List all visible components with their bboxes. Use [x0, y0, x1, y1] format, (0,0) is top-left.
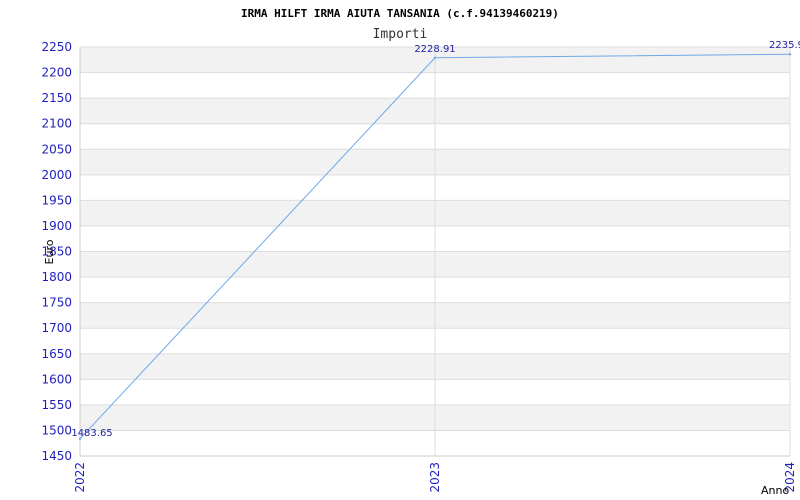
x-axis-ticks: 2022 2023 2024 [73, 462, 797, 493]
chart-title: IRMA HILFT IRMA AIUTA TANSANIA (c.f.9413… [241, 7, 559, 20]
y-tick-label: 2250 [41, 40, 72, 54]
y-tick-label: 2100 [41, 117, 72, 131]
y-tick-label: 1800 [41, 270, 72, 284]
data-label: 2235.9 [769, 40, 800, 51]
y-tick-label: 1700 [41, 321, 72, 335]
y-tick-label: 2200 [41, 66, 72, 80]
y-tick-label: 2050 [41, 142, 72, 156]
data-point [433, 56, 437, 59]
y-tick-label: 1450 [41, 449, 72, 463]
x-tick-label: 2022 [73, 462, 87, 493]
y-axis-label: Euro [43, 239, 56, 264]
y-tick-label: 1600 [41, 372, 72, 386]
data-label: 1483.65 [71, 428, 112, 439]
x-axis-label: Anno [761, 484, 789, 497]
data-point [788, 53, 792, 56]
data-label: 2228.91 [414, 44, 455, 55]
y-tick-label: 2000 [41, 168, 72, 182]
y-tick-label: 1550 [41, 398, 72, 412]
x-tick-label: 2023 [428, 462, 442, 493]
y-tick-label: 1500 [41, 423, 72, 437]
y-tick-label: 1950 [41, 193, 72, 207]
y-tick-label: 1900 [41, 219, 72, 233]
y-tick-label: 1750 [41, 296, 72, 310]
chart-subtitle: Importi [373, 27, 428, 42]
y-tick-label: 1650 [41, 347, 72, 361]
line-chart: IRMA HILFT IRMA AIUTA TANSANIA (c.f.9413… [41, 7, 800, 497]
y-tick-label: 2150 [41, 91, 72, 105]
